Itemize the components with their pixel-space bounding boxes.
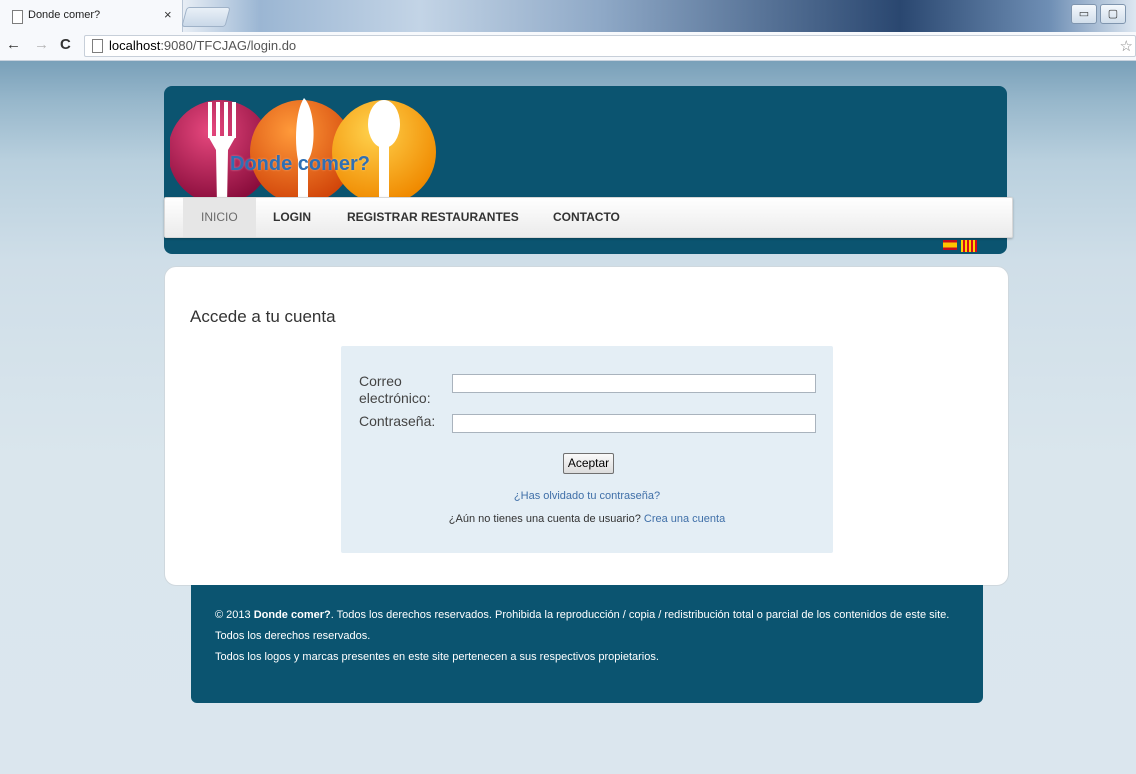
logo-icon[interactable]: [170, 90, 450, 210]
no-account-text: ¿Aún no tienes una cuenta de usuario?: [448, 513, 641, 525]
forward-arrow-icon[interactable]: →: [34, 36, 49, 53]
window-controls: ▭ ▢: [1071, 4, 1126, 24]
logo-text: Donde comer?: [230, 153, 371, 175]
password-label: Contraseña:: [359, 413, 436, 429]
nav-registrar-restaurantes[interactable]: REGISTRAR RESTAURANTES: [329, 198, 537, 237]
url-input[interactable]: localhost:9080/TFCJAG/login.do ☆: [84, 35, 1136, 57]
language-selector: [943, 240, 977, 252]
tab-close-icon[interactable]: ×: [164, 7, 172, 22]
site-footer: © 2013 Donde comer?. Todos los derechos …: [191, 585, 983, 703]
bookmark-star-icon[interactable]: ☆: [1120, 37, 1133, 55]
email-label: Correo electrónico:: [359, 373, 431, 406]
browser-tab-strip: Donde comer? × ▭ ▢: [0, 0, 1136, 32]
footer-trademark-line: Todos los logos y marcas presentes en es…: [215, 651, 659, 663]
spanish-flag-icon[interactable]: [943, 240, 957, 250]
password-field[interactable]: [452, 414, 816, 433]
page-icon: [12, 10, 23, 24]
site-header: Donde comer? INICIO LOGIN REGISTRAR REST…: [164, 86, 1013, 254]
minimize-button[interactable]: ▭: [1071, 4, 1097, 24]
login-panel: Accede a tu cuenta Correo electrónico: Co…: [164, 266, 1009, 586]
catalan-flag-icon[interactable]: [961, 240, 977, 252]
tab-title: Donde comer?: [28, 9, 101, 21]
nav-inicio[interactable]: INICIO: [183, 198, 256, 237]
page-icon: [92, 39, 103, 53]
main-nav: INICIO LOGIN REGISTRAR RESTAURANTES CONT…: [164, 197, 1013, 238]
new-tab-button[interactable]: [181, 7, 231, 27]
nav-contacto[interactable]: CONTACTO: [535, 198, 638, 237]
browser-tab[interactable]: Donde comer? ×: [0, 0, 183, 32]
url-text: localhost:9080/TFCJAG/login.do: [109, 38, 297, 53]
submit-button[interactable]: Aceptar: [563, 453, 614, 474]
address-bar: ← → C localhost:9080/TFCJAG/login.do ☆: [0, 32, 1136, 61]
register-prompt: ¿Aún no tienes una cuenta de usuario? Cr…: [341, 513, 833, 525]
email-field[interactable]: [452, 374, 816, 393]
nav-login[interactable]: LOGIN: [255, 198, 329, 237]
footer-text: © 2013 Donde comer?. Todos los derechos …: [215, 609, 950, 663]
reload-icon[interactable]: C: [60, 36, 71, 53]
create-account-link[interactable]: Crea una cuenta: [644, 513, 725, 525]
login-form: Correo electrónico: Contraseña: Aceptar ¿…: [341, 346, 833, 553]
page-viewport: Donde comer? INICIO LOGIN REGISTRAR REST…: [0, 61, 1136, 774]
page-title: Accede a tu cuenta: [190, 307, 336, 326]
footer-brand: Donde comer?: [253, 609, 331, 621]
restore-button[interactable]: ▢: [1100, 4, 1126, 24]
forgot-password-link[interactable]: ¿Has olvidado tu contraseña?: [341, 490, 833, 502]
back-arrow-icon[interactable]: ←: [6, 36, 21, 53]
